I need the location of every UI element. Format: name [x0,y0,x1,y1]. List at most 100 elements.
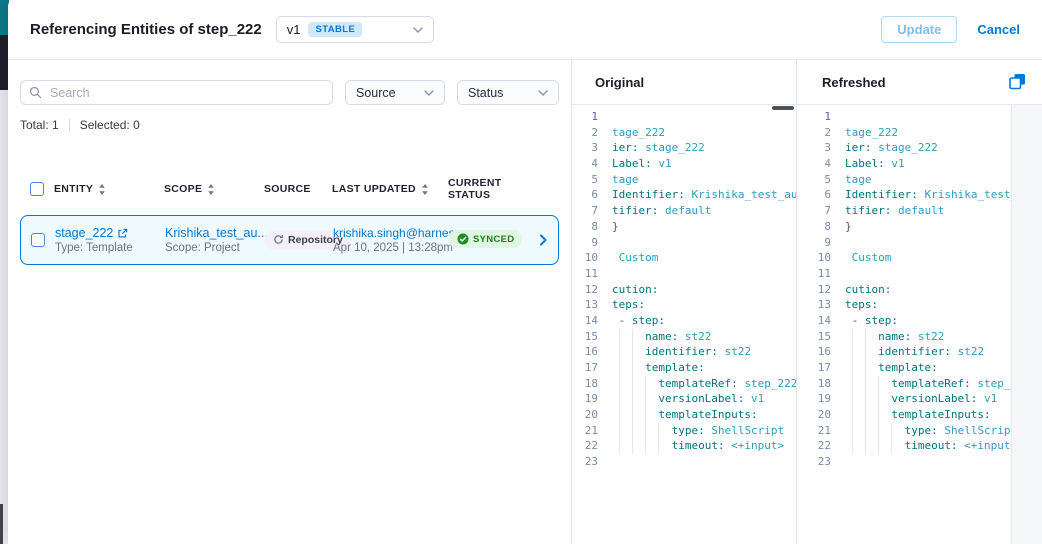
diff-headers: Original Refreshed [572,60,1042,105]
line-number: 2 [572,125,598,141]
header-actions: Update Cancel [881,16,1020,43]
version-select[interactable]: v1 STABLE [276,16,434,43]
check-circle-icon [457,233,469,245]
code-line: 11 [805,266,1011,282]
column-header-last-updated[interactable]: LAST UPDATED [332,183,448,195]
indent-guide [619,407,620,423]
line-number: 5 [572,172,598,188]
chevron-down-icon [424,90,434,96]
line-number: 6 [805,187,831,203]
status-filter-select[interactable]: Status [457,80,559,105]
line-number: 17 [805,360,831,376]
line-number: 8 [805,219,831,235]
code-line: 14- step: [572,313,796,329]
table-row[interactable]: stage_222 Type: Template Krishika_test_a… [20,215,559,265]
original-code-editor[interactable]: 12tage_2223ier: stage_2224Label: v15tage… [572,105,797,544]
line-number: 23 [805,454,831,470]
scope-link[interactable]: Krishika_test_au... [165,226,268,240]
indent-guide [865,344,866,360]
code-line: 1 [572,109,796,125]
indent-guide [878,407,879,423]
line-number: 13 [805,297,831,313]
sort-icon[interactable] [98,184,106,195]
indent-guide [658,438,659,454]
external-link-icon[interactable] [117,228,128,239]
indent-guide [891,423,892,439]
code-line: 18templateRef: step_222 [572,376,796,392]
column-header-current-status: CURRENT STATUS [448,177,531,201]
code-line: 19versionLabel: v1 [805,391,1011,407]
code-line: 5tage [572,172,796,188]
entity-cell: stage_222 Type: Template [55,226,165,254]
line-number: 22 [572,438,598,454]
sort-icon[interactable] [421,184,429,195]
indent-guide [878,423,879,439]
code-line: 17template: [572,360,796,376]
search-box[interactable] [20,80,333,105]
column-header-scope[interactable]: SCOPE [164,183,264,195]
indent-guide [619,360,620,376]
editor-margin [1012,105,1042,544]
indent-guide [878,376,879,392]
indent-guide [852,329,853,345]
code-line: 15name: st22 [572,329,796,345]
line-number: 5 [805,172,831,188]
code-line: 4Label: v1 [805,156,1011,172]
line-number: 21 [572,423,598,439]
chevron-right-icon [539,234,548,246]
indent-guide [878,438,879,454]
indent-guide [619,344,620,360]
line-number: 14 [572,313,598,329]
drawer-header: Referencing Entities of step_222 v1 STAB… [8,0,1042,60]
copy-button[interactable] [1009,73,1026,90]
line-number: 8 [572,219,598,235]
code-line: 18templateRef: step_222 [805,376,1011,392]
code-line: 22timeout: <+input> [572,438,796,454]
scope-level: Scope: Project [165,242,265,254]
line-number: 18 [805,376,831,392]
cancel-button[interactable]: Cancel [977,22,1020,37]
indent-guide [852,376,853,392]
line-number: 4 [572,156,598,172]
code-line: 5tage [805,172,1011,188]
sort-icon[interactable] [207,184,215,195]
select-all-checkbox[interactable] [30,182,44,196]
indent-guide [865,423,866,439]
source-filter-select[interactable]: Source [345,80,445,105]
line-number: 15 [572,329,598,345]
indent-guide [865,360,866,376]
indent-guide [852,344,853,360]
entity-link[interactable]: stage_222 [55,226,113,240]
update-button[interactable]: Update [881,16,957,43]
search-input[interactable] [48,85,324,101]
drawer-panel: Referencing Entities of step_222 v1 STAB… [8,0,1042,544]
code-line: 9 [805,235,1011,251]
chevron-down-icon [538,90,548,96]
code-line: 16identifier: st22 [805,344,1011,360]
code-line: 21type: ShellScript [572,423,796,439]
code-line: 13teps: [572,297,796,313]
indent-guide [632,391,633,407]
line-number: 22 [805,438,831,454]
status-cell: SYNCED [449,230,530,250]
code-line: 2tage_222 [805,125,1011,141]
updated-by-link[interactable]: krishika.singh@harnes... [333,226,465,240]
page-title: Referencing Entities of step_222 [30,21,262,38]
column-header-entity[interactable]: ENTITY [54,183,164,195]
indent-guide [619,329,620,345]
line-number: 3 [572,140,598,156]
code-line: 3ier: stage_222 [572,140,796,156]
row-checkbox[interactable] [31,233,45,247]
search-icon [29,86,42,99]
code-line: 22timeout: <+input> [805,438,1011,454]
code-line: 6Identifier: Krishika_test_aut [805,187,1011,203]
code-line: 20templateInputs: [572,407,796,423]
line-number: 17 [572,360,598,376]
referencing-entities-drawer: Referencing Entities of step_222 v1 STAB… [0,0,1042,544]
row-expand-chevron[interactable] [530,234,548,246]
indent-guide [852,407,853,423]
refreshed-code-editor[interactable]: 12tage_2223ier: stage_2224Label: v15tage… [797,105,1012,544]
indent-guide [878,391,879,407]
status-badge: SYNCED [449,230,522,248]
original-panel-title: Original [572,60,797,104]
